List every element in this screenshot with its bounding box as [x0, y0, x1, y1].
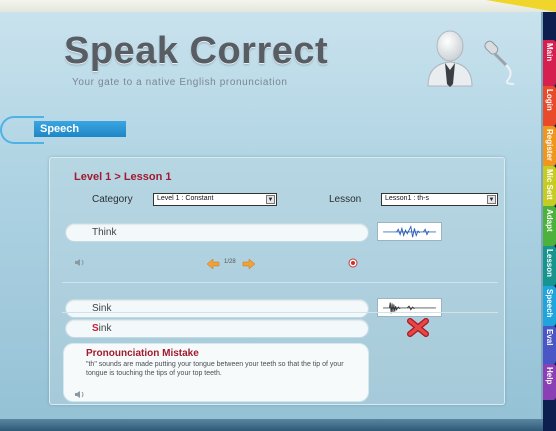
- side-tab-lesson[interactable]: Lesson: [543, 246, 556, 286]
- mistake-title: Pronounciation Mistake: [86, 348, 199, 359]
- speaker-icon[interactable]: [74, 390, 86, 399]
- spoken-waveform[interactable]: [377, 298, 442, 317]
- side-tab-mic-settings[interactable]: Mic Sett: [543, 166, 556, 206]
- side-tab-speech[interactable]: Speech: [543, 286, 556, 326]
- mistake-text: "th" sounds are made putting your tongue…: [86, 361, 344, 377]
- side-tab-label: Eval: [545, 329, 554, 346]
- side-tab-label: Main: [545, 43, 554, 62]
- side-tab-adapt[interactable]: Adapt: [543, 206, 556, 246]
- recognized-word-rest: ink: [98, 323, 112, 334]
- wrong-x-icon: [407, 318, 429, 337]
- lesson-select-value: Lesson1 : th-s: [385, 195, 429, 202]
- microphone-icon: [484, 40, 515, 85]
- bottom-bar: [0, 419, 543, 431]
- lesson-select[interactable]: Lesson1 : th-s ▼: [381, 193, 498, 206]
- record-icon[interactable]: [348, 258, 358, 268]
- corner-decoration: [486, 0, 556, 12]
- side-tab-label: Login: [545, 89, 554, 111]
- side-tab-register[interactable]: Register: [543, 126, 556, 166]
- side-navigation: Main Login Register Mic Sett Adapt Lesso…: [543, 40, 556, 400]
- side-tab-label: Mic Sett: [545, 169, 554, 200]
- target-word-field: Think: [65, 223, 369, 242]
- next-arrow-icon[interactable]: [242, 259, 256, 269]
- side-tab-eval[interactable]: Eval: [543, 326, 556, 364]
- side-tab-label: Speech: [545, 289, 554, 318]
- spoken-word-field: Sink: [65, 299, 369, 318]
- chevron-down-icon[interactable]: ▼: [487, 195, 496, 204]
- side-tab-label: Lesson: [545, 249, 554, 278]
- category-select[interactable]: Level 1 : Constant ▼: [153, 193, 277, 206]
- section-tab-speech: Speech: [34, 121, 126, 137]
- divider: [62, 312, 498, 313]
- top-strip: [0, 0, 556, 12]
- app-tagline: Your gate to a native English pronunciat…: [72, 77, 288, 88]
- side-tab-main[interactable]: Main: [543, 40, 556, 86]
- pronunciation-mistake-box: Pronounciation Mistake "th" sounds are m…: [63, 343, 369, 402]
- breadcrumb: Level 1 > Lesson 1: [74, 171, 172, 183]
- target-waveform[interactable]: [377, 222, 442, 241]
- mistake-letter: S: [92, 323, 99, 334]
- side-tab-label: Register: [545, 129, 554, 162]
- recognized-word-field: Sink: [65, 319, 369, 338]
- pager-count: 1/28: [224, 259, 236, 265]
- side-tab-label: Help: [545, 367, 554, 385]
- previous-arrow-icon[interactable]: [206, 259, 220, 269]
- divider: [62, 282, 498, 283]
- lesson-label: Lesson: [329, 194, 362, 205]
- side-tab-label: Adapt: [545, 209, 554, 232]
- word-pager: 1/28: [206, 259, 266, 269]
- person-icon: [427, 30, 473, 87]
- speaker-icon[interactable]: [74, 258, 86, 267]
- side-tab-help[interactable]: Help: [543, 364, 556, 400]
- app-title: Speak Correct: [64, 30, 329, 72]
- chevron-down-icon[interactable]: ▼: [266, 195, 275, 204]
- category-label: Category: [92, 194, 133, 205]
- side-tab-login[interactable]: Login: [543, 86, 556, 126]
- category-select-value: Level 1 : Constant: [157, 195, 214, 202]
